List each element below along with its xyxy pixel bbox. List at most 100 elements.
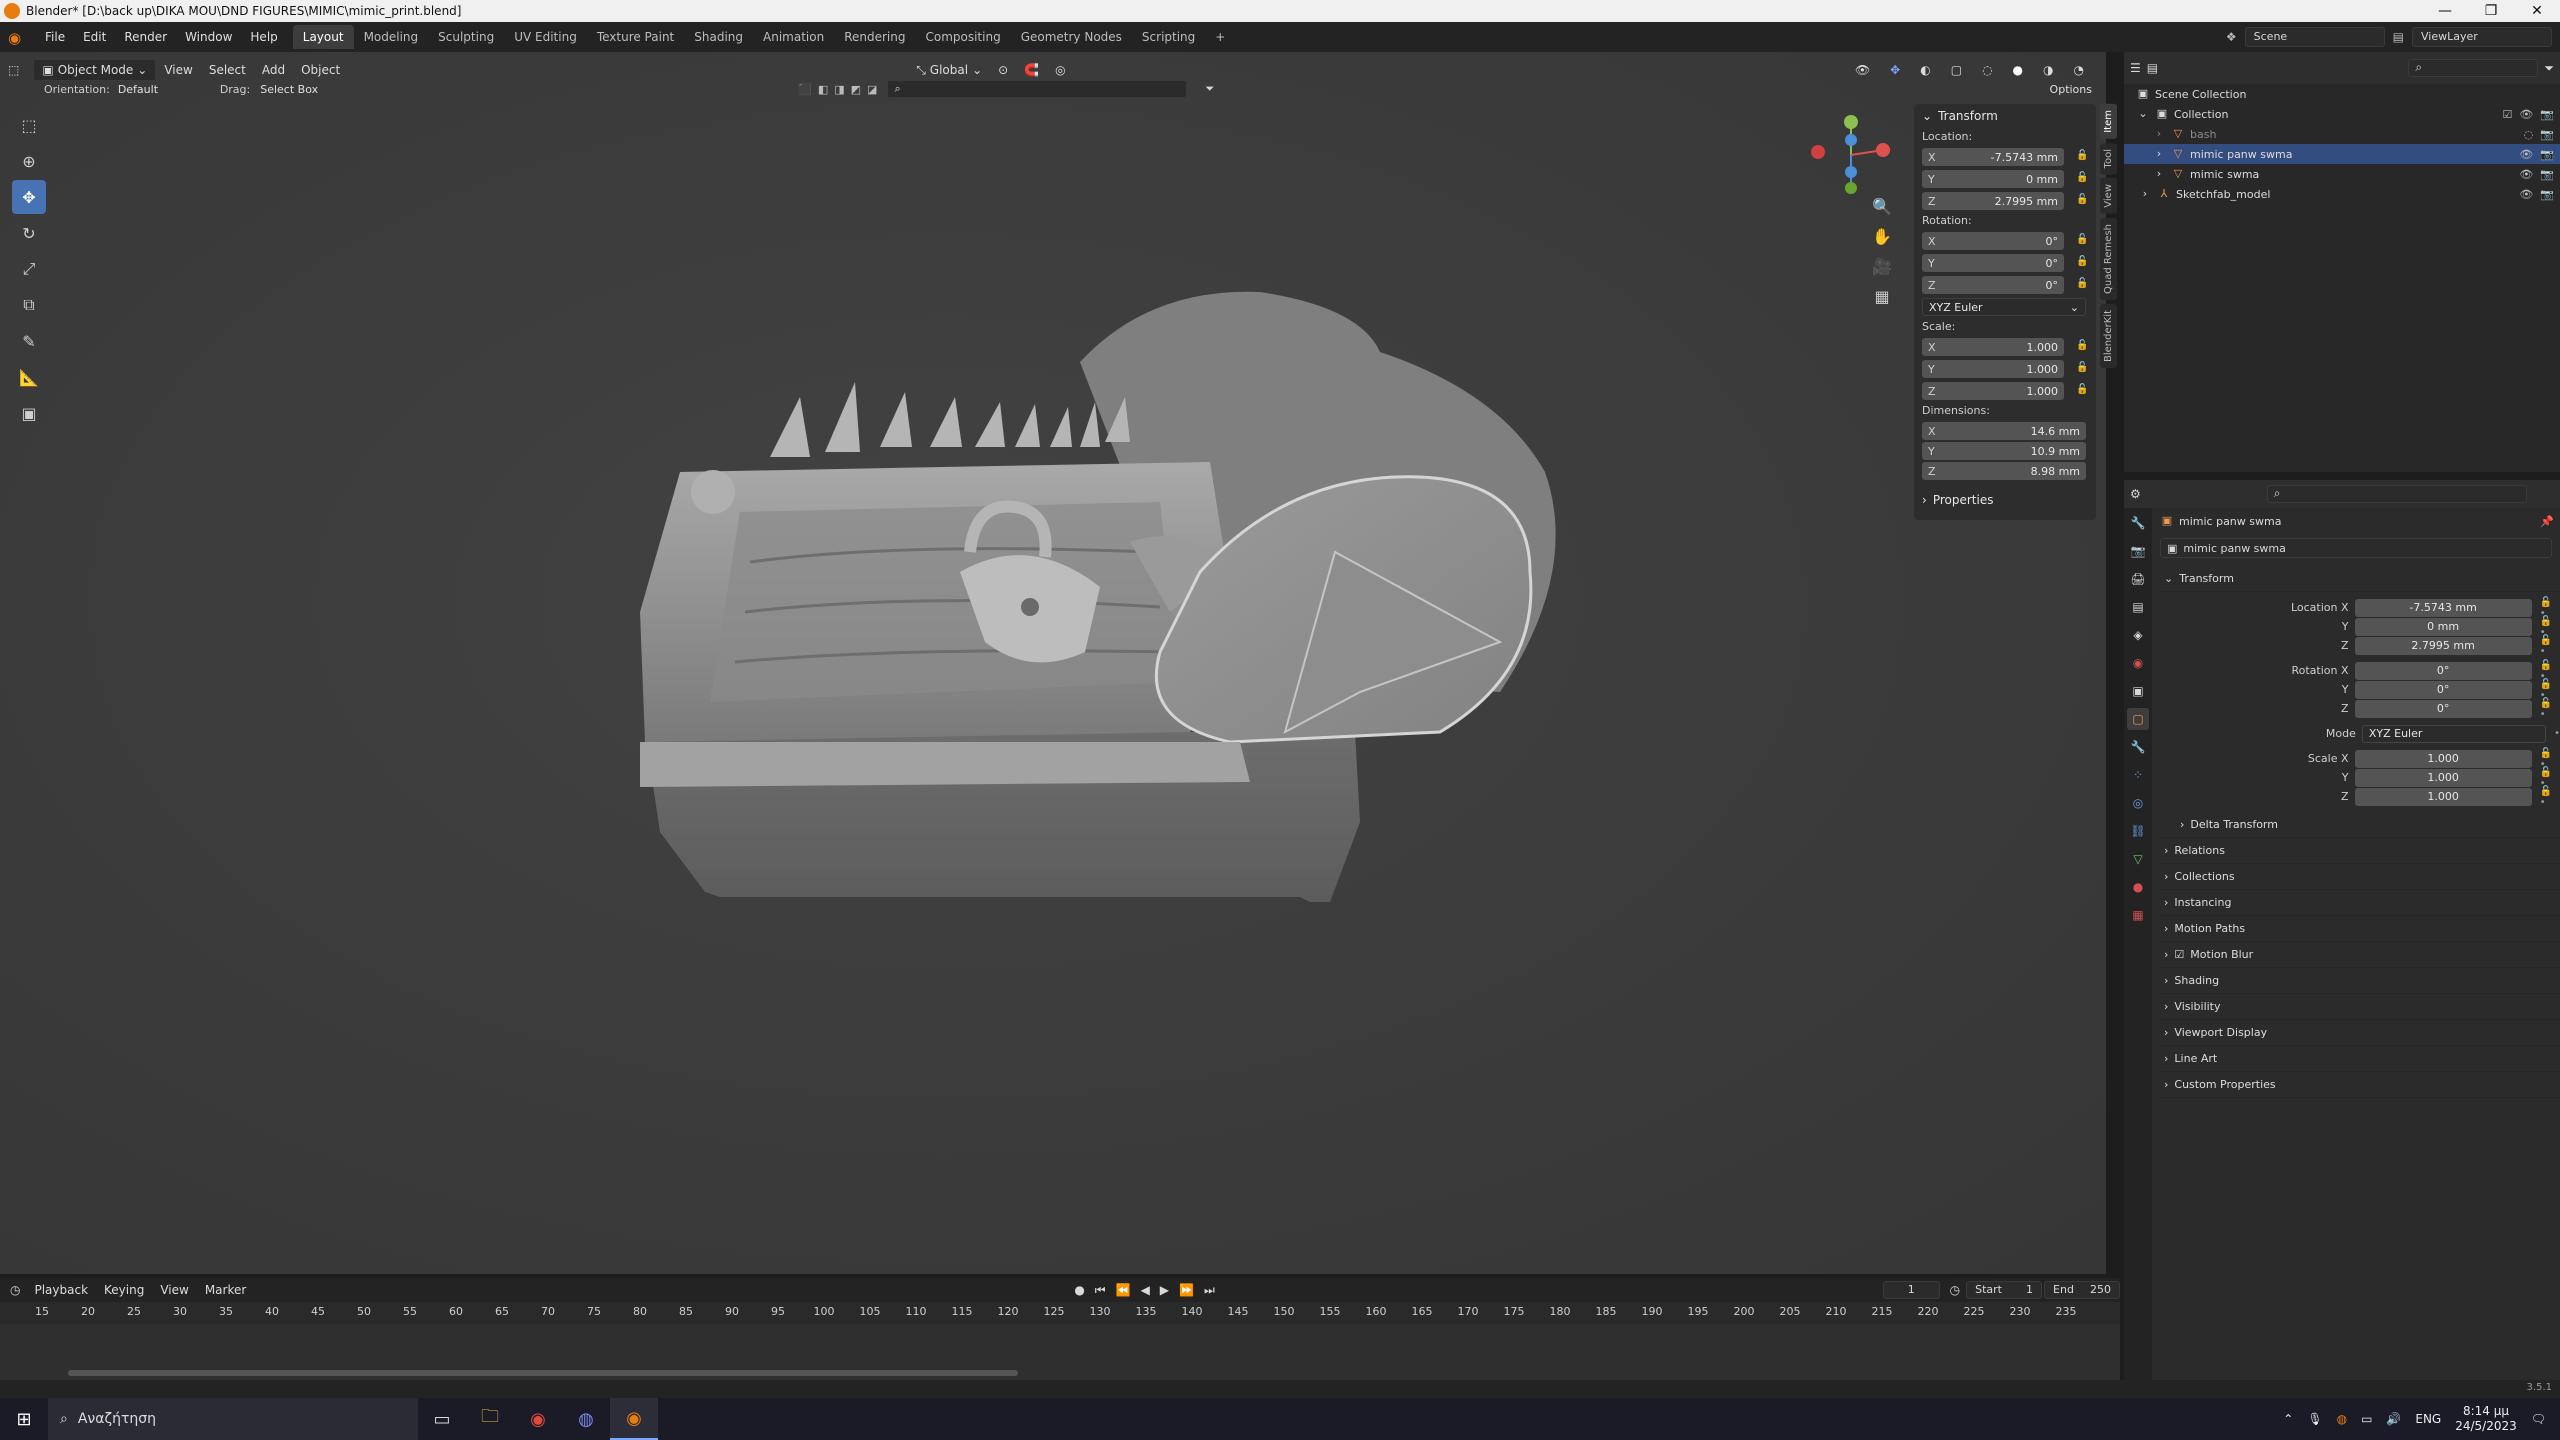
- transform-section-header[interactable]: ⌄ Transform: [2160, 566, 2560, 592]
- tab-animation[interactable]: Animation: [753, 25, 834, 49]
- start-frame-field[interactable]: Start 1: [1966, 1281, 2043, 1299]
- rotation-z-field[interactable]: Z 0°: [1922, 276, 2064, 294]
- camera-icon[interactable]: 📷: [2540, 188, 2554, 201]
- taskbar-search[interactable]: ⌕ Αναζήτηση: [48, 1398, 418, 1440]
- windows-start-icon[interactable]: ⊞: [0, 1398, 48, 1440]
- add-cube-tool-icon[interactable]: ▣: [12, 396, 46, 430]
- tray-app-icon[interactable]: ◍: [2337, 1412, 2347, 1426]
- filter-icon[interactable]: ⏷: [2544, 61, 2554, 76]
- scene-tab-icon[interactable]: ◈: [2127, 624, 2149, 646]
- prev-keyframe-icon[interactable]: ⏪: [1116, 1283, 1131, 1297]
- view-layer-selector[interactable]: ViewLayer: [2412, 27, 2552, 47]
- keyframe-dot-icon[interactable]: •: [2554, 728, 2560, 739]
- timeline-menu-marker[interactable]: Marker: [197, 1279, 254, 1301]
- physics-tab-icon[interactable]: ◎: [2127, 792, 2149, 814]
- add-workspace-button[interactable]: +: [1205, 25, 1235, 49]
- tab-geometry-nodes[interactable]: Geometry Nodes: [1011, 25, 1132, 49]
- tab-modeling[interactable]: Modeling: [354, 25, 429, 49]
- file-explorer-icon[interactable]: 🗀: [466, 1398, 514, 1440]
- rotation-x-field[interactable]: X 0°: [1922, 232, 2064, 250]
- expand-arrow-icon[interactable]: ›: [2152, 147, 2166, 161]
- horizontal-scrollbar[interactable]: [68, 1370, 1018, 1376]
- tab-shading[interactable]: Shading: [684, 25, 753, 49]
- line-art-section[interactable]: › Line Art: [2160, 1046, 2560, 1072]
- close-button[interactable]: ✕: [2514, 3, 2560, 19]
- end-frame-field[interactable]: End 250: [2044, 1281, 2120, 1299]
- prop-location-z-field[interactable]: 2.7995 mm: [2354, 636, 2532, 655]
- eye-icon[interactable]: 👁: [2519, 108, 2533, 121]
- measure-tool-icon[interactable]: 📐: [12, 360, 46, 394]
- tool-tab-icon[interactable]: 🔧: [2127, 512, 2149, 534]
- zoom-icon[interactable]: 🔍: [1868, 192, 1896, 220]
- scale-z-field[interactable]: Z 1.000: [1922, 382, 2064, 400]
- transform-tool-icon[interactable]: ⧉: [12, 288, 46, 322]
- object-datablock-field[interactable]: ▣ mimic panw swma: [2160, 538, 2552, 558]
- maximize-button[interactable]: ❐: [2468, 3, 2514, 19]
- record-icon[interactable]: ●: [1074, 1283, 1084, 1297]
- lock-icon[interactable]: 🔓: [2076, 194, 2090, 208]
- location-x-field[interactable]: X -7.5743 mm: [1922, 148, 2064, 166]
- scene-selector[interactable]: Scene: [2244, 27, 2385, 47]
- tab-layout[interactable]: Layout: [292, 25, 354, 49]
- eye-icon[interactable]: 👁: [2519, 148, 2533, 161]
- eye-icon[interactable]: 👁: [2519, 188, 2533, 201]
- menu-edit[interactable]: Edit: [74, 30, 115, 44]
- relations-section[interactable]: › Relations: [2160, 838, 2560, 864]
- prop-rotation-x-field[interactable]: 0°: [2354, 661, 2532, 680]
- select-mode-subtract-icon[interactable]: ◨: [834, 83, 844, 96]
- scale-x-field[interactable]: X 1.000: [1922, 338, 2064, 356]
- collection-tab-icon[interactable]: ▣: [2127, 680, 2149, 702]
- select-box-tool-icon[interactable]: ⬚: [12, 108, 46, 142]
- eye-hidden-icon[interactable]: ◌: [2524, 128, 2534, 141]
- next-keyframe-icon[interactable]: ⏩: [1179, 1283, 1194, 1297]
- constraints-tab-icon[interactable]: ⛓: [2127, 820, 2149, 842]
- tab-blenderkit[interactable]: BlenderKit: [2100, 303, 2117, 368]
- properties-subpanel[interactable]: › Properties: [1914, 488, 2096, 512]
- motion-blur-section[interactable]: › ☑ Motion Blur: [2160, 942, 2560, 968]
- rotation-y-field[interactable]: Y 0°: [1922, 254, 2064, 272]
- lock-icon[interactable]: 🔓 •: [2540, 635, 2560, 657]
- options-button[interactable]: Options: [2050, 83, 2092, 96]
- texture-tab-icon[interactable]: ▦: [2127, 904, 2149, 926]
- tab-compositing[interactable]: Compositing: [915, 25, 1010, 49]
- material-tab-icon[interactable]: ●: [2127, 876, 2149, 898]
- language-indicator[interactable]: ENG: [2415, 1412, 2441, 1426]
- dimensions-z-field[interactable]: Z 8.98 mm: [1922, 462, 2086, 480]
- properties-search-input[interactable]: ⌕: [2266, 485, 2527, 503]
- outliner-search-input[interactable]: ⌕: [2408, 59, 2539, 77]
- outliner-row-mimic-swma[interactable]: › ▽ mimic swma 👁 📷: [2124, 164, 2560, 184]
- world-tab-icon[interactable]: ◉: [2127, 652, 2149, 674]
- jump-end-icon[interactable]: ⏭: [1204, 1283, 1215, 1298]
- chrome-icon[interactable]: ◉: [514, 1398, 562, 1440]
- timeline-menu-view[interactable]: View: [152, 1279, 196, 1301]
- select-mode-invert-icon[interactable]: ◩: [851, 83, 861, 96]
- prop-rotation-mode-dropdown[interactable]: XYZ Euler: [2361, 724, 2547, 743]
- instancing-section[interactable]: › Instancing: [2160, 890, 2560, 916]
- timeline-menu-keying[interactable]: Keying: [96, 1279, 152, 1301]
- tab-quad-remesh[interactable]: Quad Remesh: [2100, 217, 2117, 300]
- play-reverse-icon[interactable]: ◀: [1141, 1283, 1150, 1297]
- outliner-row-sketchfab-model[interactable]: › ⅄ Sketchfab_model 👁 📷: [2124, 184, 2560, 204]
- blender-taskbar-icon[interactable]: ◉: [610, 1398, 658, 1440]
- display-mode-icon[interactable]: ▤: [2147, 61, 2158, 75]
- location-y-field[interactable]: Y 0 mm: [1922, 170, 2064, 188]
- play-icon[interactable]: ▶: [1160, 1283, 1169, 1297]
- outliner-row-collection[interactable]: ⌄ ▣ Collection ☑ 👁 📷: [2124, 104, 2560, 124]
- lock-icon[interactable]: 🔓: [2076, 384, 2090, 398]
- lock-icon[interactable]: 🔓: [2076, 340, 2090, 354]
- eye-icon[interactable]: 👁: [2519, 168, 2533, 181]
- output-tab-icon[interactable]: 🖨: [2127, 568, 2149, 590]
- tab-scripting[interactable]: Scripting: [1132, 25, 1205, 49]
- expand-arrow-icon[interactable]: ⌄: [2136, 107, 2150, 121]
- lock-icon[interactable]: 🔓: [2076, 362, 2090, 376]
- viewport-search-input[interactable]: ⌕: [887, 80, 1188, 98]
- properties-editor-icon[interactable]: ⚙: [2130, 487, 2141, 501]
- timeline-editor-icon[interactable]: ◷: [10, 1283, 20, 1297]
- lock-icon[interactable]: 🔓: [2076, 278, 2090, 292]
- rotation-mode-dropdown[interactable]: XYZ Euler ⌄: [1922, 298, 2086, 316]
- move-tool-icon[interactable]: ✥: [12, 180, 46, 214]
- particles-tab-icon[interactable]: ⁘: [2127, 764, 2149, 786]
- filter-icon[interactable]: ⏷: [1205, 82, 1214, 96]
- select-mode-set-icon[interactable]: ⬛: [798, 83, 812, 96]
- lock-icon[interactable]: 🔓 •: [2540, 698, 2560, 720]
